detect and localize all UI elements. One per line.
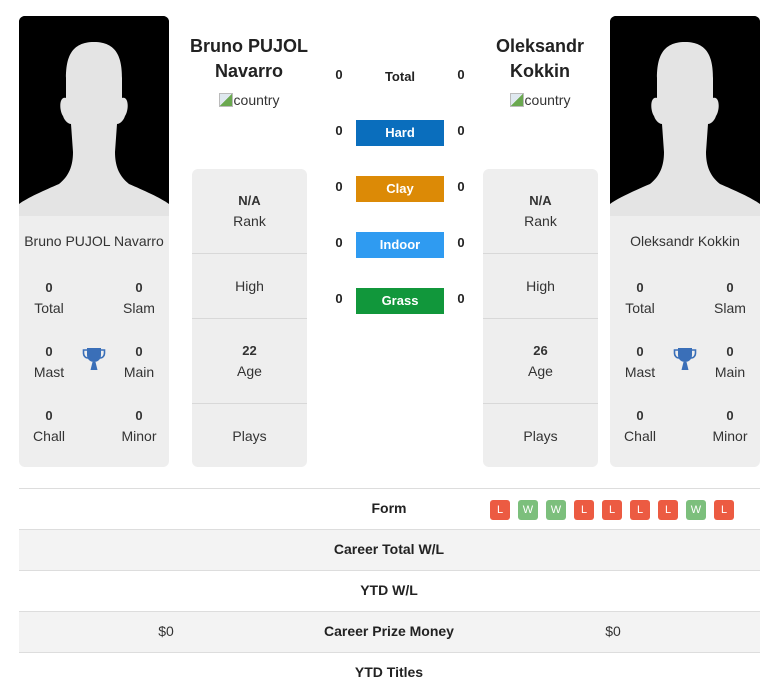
player2-titles-minor: 0 Minor — [712, 408, 748, 444]
form-badge-loss[interactable]: L — [602, 500, 622, 520]
broken-image-icon — [509, 93, 524, 107]
player2-titles: 0 Total 0 Slam 0 Mast 0 Main 0 Chall 0 M… — [610, 278, 760, 458]
h2h-clay-p1: 0 — [335, 179, 343, 194]
h2h-total-label: Total — [384, 69, 416, 84]
row-ytd-wl: YTD W/L — [19, 570, 760, 611]
player1-card: Bruno PUJOL Navarro 0 Total 0 Slam 0 Mas… — [19, 16, 169, 467]
player1-name-heading[interactable]: Bruno PUJOL Navarro — [184, 34, 314, 84]
h2h-indoor-p1: 0 — [335, 235, 343, 250]
row-career-prize-money: $0 Career Prize Money $0 — [19, 611, 760, 652]
player2-high: High — [526, 278, 555, 294]
h2h-grass-p2: 0 — [457, 291, 465, 306]
player1-titles-mast: 0 Mast — [33, 344, 65, 380]
surface-badge-hard: Hard — [356, 120, 444, 146]
row-career-total-wl: Career Total W/L — [19, 529, 760, 570]
form-badge-loss[interactable]: L — [714, 500, 734, 520]
player2-name-heading[interactable]: Oleksandr Kokkin — [475, 34, 605, 84]
player2-stats: N/A Rank High 26 Age Plays — [483, 169, 598, 467]
trophy-icon — [673, 348, 697, 370]
h2h-clay-p2: 0 — [457, 179, 465, 194]
player2-titles-slam: 0 Slam — [714, 280, 746, 316]
divider — [483, 318, 598, 319]
player2-age: 26 Age — [528, 343, 553, 379]
player2-titles-mast: 0 Mast — [624, 344, 656, 380]
row-ytd-titles: YTD Titles — [19, 652, 760, 693]
player2-country-flag: country — [475, 92, 605, 108]
player1-age: 22 Age — [237, 343, 262, 379]
form-badge-loss[interactable]: L — [574, 500, 594, 520]
career-total-wl-label: Career Total W/L — [333, 541, 445, 557]
player1-plays: Plays — [232, 428, 267, 444]
divider — [483, 253, 598, 254]
player2-prize-money: $0 — [605, 623, 621, 639]
player2-rank: N/A Rank — [524, 193, 557, 229]
divider — [192, 253, 307, 254]
player-silhouette-icon — [19, 16, 169, 216]
surface-badge-clay: Clay — [356, 176, 444, 202]
player1-high: High — [235, 278, 264, 294]
h2h-indoor-p2: 0 — [457, 235, 465, 250]
player2-titles-total: 0 Total — [625, 280, 655, 316]
h2h-hard-p1: 0 — [335, 123, 343, 138]
player2-photo — [610, 16, 760, 216]
career-prize-money-label: Career Prize Money — [324, 623, 454, 639]
player1-name-caption: Bruno PUJOL Navarro — [24, 233, 164, 249]
divider — [192, 403, 307, 404]
form-badge-win[interactable]: W — [686, 500, 706, 520]
form-label: Form — [371, 500, 407, 516]
trophy-icon — [82, 348, 106, 370]
surface-badge-grass: Grass — [356, 288, 444, 314]
player2-form: LWWLLLLWL — [490, 500, 734, 520]
player1-titles-slam: 0 Slam — [123, 280, 155, 316]
player1-titles: 0 Total 0 Slam 0 Mast 0 Main 0 Chall 0 M… — [19, 278, 169, 458]
form-badge-win[interactable]: W — [518, 500, 538, 520]
form-badge-loss[interactable]: L — [658, 500, 678, 520]
player2-titles-main: 0 Main — [714, 344, 746, 380]
broken-image-icon — [218, 93, 233, 107]
divider — [192, 318, 307, 319]
row-form: Form LWWLLLLWL — [19, 488, 760, 529]
player1-titles-total: 0 Total — [34, 280, 64, 316]
h2h-total-p2: 0 — [457, 67, 465, 82]
divider — [483, 403, 598, 404]
player1-titles-chall: 0 Chall — [33, 408, 65, 444]
player1-country-flag: country — [184, 92, 314, 108]
player1-prize-money: $0 — [158, 623, 174, 639]
form-badge-loss[interactable]: L — [490, 500, 510, 520]
form-badge-loss[interactable]: L — [630, 500, 650, 520]
surface-badge-indoor: Indoor — [356, 232, 444, 258]
player1-stats: N/A Rank High 22 Age Plays — [192, 169, 307, 467]
h2h-hard-p2: 0 — [457, 123, 465, 138]
h2h-grass-p1: 0 — [335, 291, 343, 306]
player1-photo — [19, 16, 169, 216]
player2-titles-chall: 0 Chall — [624, 408, 656, 444]
h2h-total-p1: 0 — [335, 67, 343, 82]
player1-titles-minor: 0 Minor — [121, 408, 157, 444]
player2-name-caption: Oleksandr Kokkin — [630, 233, 740, 249]
player2-card: Oleksandr Kokkin 0 Total 0 Slam 0 Mast 0… — [610, 16, 760, 467]
ytd-wl-label: YTD W/L — [360, 582, 418, 598]
player2-plays: Plays — [523, 428, 558, 444]
form-badge-win[interactable]: W — [546, 500, 566, 520]
player-silhouette-icon — [610, 16, 760, 216]
player1-rank: N/A Rank — [233, 193, 266, 229]
player1-titles-main: 0 Main — [123, 344, 155, 380]
ytd-titles-label: YTD Titles — [354, 664, 424, 680]
